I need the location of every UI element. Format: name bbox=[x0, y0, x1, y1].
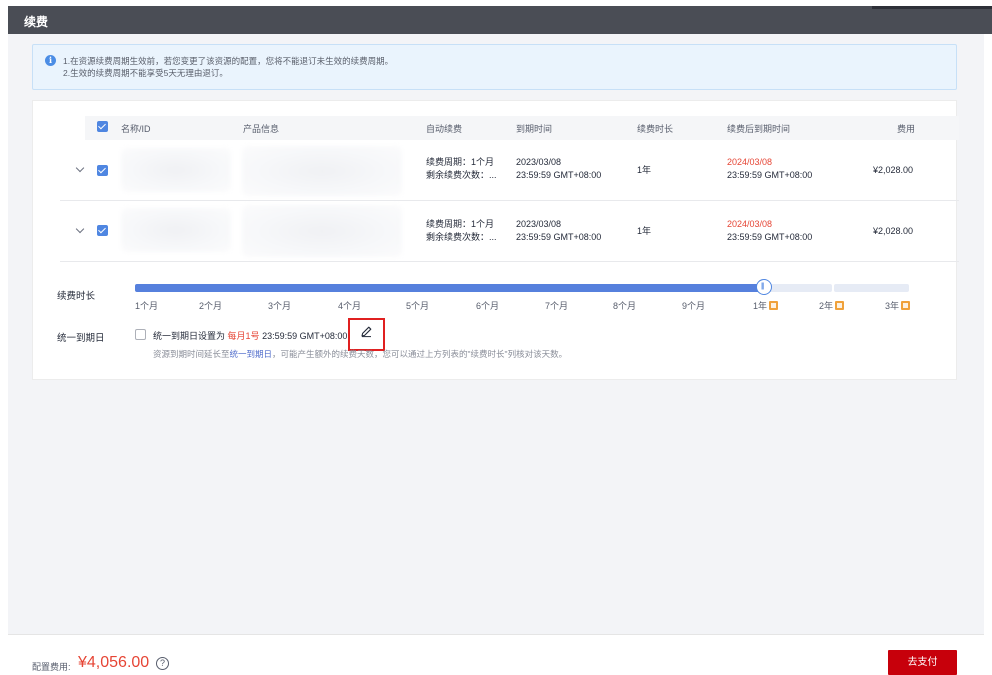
unified-expiry-checkbox[interactable] bbox=[135, 329, 146, 340]
new-expire-cell: 2024/03/08 23:59:59 GMT+08:00 bbox=[727, 156, 812, 182]
expire-date: 2023/03/08 bbox=[516, 219, 562, 229]
renewal-duration-label: 续费时长 bbox=[57, 291, 96, 302]
unified-expiry-hint: 资源到期时间延长至统一到期日，可能产生额外的续费天数，您可以通过上方列表的"续费… bbox=[153, 348, 567, 360]
slider-track-filled[interactable] bbox=[135, 284, 764, 292]
duration-option[interactable]: 5个月 bbox=[406, 299, 429, 312]
unified-expiry-text: 统一到期日设置为 每月1号 23:59:59 GMT+08:00 bbox=[153, 329, 347, 342]
col-header-new-expire: 续费后到期时间 bbox=[727, 124, 791, 134]
row-checkbox[interactable] bbox=[97, 165, 108, 176]
unified-expiry-prefix: 统一到期日设置为 bbox=[153, 331, 226, 341]
resource-name-redacted bbox=[121, 148, 231, 192]
row-divider bbox=[60, 200, 959, 201]
new-expire-date: 2024/03/08 bbox=[727, 157, 773, 167]
select-all-checkbox[interactable] bbox=[97, 121, 108, 132]
duration-option[interactable]: 4个月 bbox=[338, 299, 361, 312]
duration-option[interactable]: 1年 bbox=[753, 299, 779, 312]
duration-cell: 1年 bbox=[637, 165, 652, 175]
titlebar-edge bbox=[872, 6, 992, 9]
info-icon: i bbox=[45, 55, 56, 66]
expire-time: 23:59:59 GMT+08:00 bbox=[516, 170, 602, 180]
unified-expiry-date: 每月1号 bbox=[227, 331, 260, 341]
dialog-titlebar: 续费 bbox=[8, 6, 992, 34]
col-header-auto-renew: 自动续费 bbox=[426, 124, 463, 134]
duration-option[interactable]: 8个月 bbox=[613, 299, 636, 312]
new-expire-cell: 2024/03/08 23:59:59 GMT+08:00 bbox=[727, 218, 812, 244]
auto-renew-period: 续费周期：1个月 bbox=[426, 219, 495, 229]
expire-time: 23:59:59 GMT+08:00 bbox=[516, 232, 602, 242]
product-info-redacted bbox=[242, 146, 402, 196]
discount-badge-icon bbox=[769, 301, 779, 310]
duration-option[interactable]: 1个月 bbox=[135, 299, 158, 312]
duration-option[interactable]: 2年 bbox=[819, 299, 845, 312]
row-divider bbox=[60, 261, 959, 262]
pay-button[interactable]: 去支付 bbox=[888, 650, 957, 675]
fee-cell: ¥2,028.00 bbox=[873, 226, 914, 236]
renewal-dialog: 续费 i 1.在资源续费周期生效前，若您变更了该资源的配置，您将不能退订未生效的… bbox=[0, 0, 992, 675]
col-header-name: 名称/ID bbox=[121, 124, 151, 134]
duration-option[interactable]: 2个月 bbox=[199, 299, 222, 312]
cost-label: 配置费用: bbox=[32, 662, 71, 672]
edit-pencil-icon[interactable] bbox=[360, 325, 373, 338]
new-expire-time: 23:59:59 GMT+08:00 bbox=[727, 170, 813, 180]
col-header-product: 产品信息 bbox=[243, 124, 280, 134]
row-checkbox[interactable] bbox=[97, 225, 108, 236]
duration-option[interactable]: 6个月 bbox=[476, 299, 499, 312]
notice-line-2: 2.生效的续费周期不能享受5天无理由退订。 bbox=[63, 68, 228, 78]
slider-handle-grip: ||| bbox=[761, 283, 765, 290]
hint-text: 资源到期时间延长至 bbox=[153, 349, 230, 359]
footer-bar bbox=[8, 634, 984, 675]
unified-expiry-link[interactable]: 统一到期日 bbox=[230, 349, 273, 359]
auto-renew-period: 续费周期：1个月 bbox=[426, 157, 495, 167]
slider-handle[interactable]: ||| bbox=[756, 279, 772, 295]
help-icon[interactable]: ? bbox=[156, 657, 169, 670]
col-header-fee: 费用 bbox=[897, 124, 916, 134]
new-expire-time: 23:59:59 GMT+08:00 bbox=[727, 232, 813, 242]
notice-banner: i 1.在资源续费周期生效前，若您变更了该资源的配置，您将不能退订未生效的续费周… bbox=[32, 44, 957, 90]
duration-option[interactable]: 3个月 bbox=[268, 299, 291, 312]
col-header-expire: 到期时间 bbox=[516, 124, 553, 134]
notice-line-1: 1.在资源续费周期生效前，若您变更了该资源的配置，您将不能退订未生效的续费周期。 bbox=[63, 56, 394, 66]
unified-expiry-label: 统一到期日 bbox=[57, 333, 105, 344]
auto-renew-remaining: 剩余续费次数：... bbox=[426, 232, 497, 242]
duration-option[interactable]: 3年 bbox=[885, 299, 911, 312]
duration-cell: 1年 bbox=[637, 226, 652, 236]
duration-option[interactable]: 7个月 bbox=[545, 299, 568, 312]
auto-renew-cell: 续费周期：1个月 剩余续费次数：... bbox=[426, 156, 497, 182]
col-header-duration: 续费时长 bbox=[637, 124, 674, 134]
slider-track-year-3[interactable] bbox=[834, 284, 909, 292]
expire-cell: 2023/03/08 23:59:59 GMT+08:00 bbox=[516, 218, 601, 244]
expire-cell: 2023/03/08 23:59:59 GMT+08:00 bbox=[516, 156, 601, 182]
cost-value: ¥4,056.00 bbox=[78, 654, 150, 671]
fee-cell: ¥2,028.00 bbox=[873, 165, 914, 175]
dialog-title: 续费 bbox=[24, 15, 49, 29]
slider-track-year-2[interactable] bbox=[764, 284, 832, 292]
discount-badge-icon bbox=[835, 301, 845, 310]
expire-date: 2023/03/08 bbox=[516, 157, 562, 167]
auto-renew-cell: 续费周期：1个月 剩余续费次数：... bbox=[426, 218, 497, 244]
discount-badge-icon bbox=[901, 301, 911, 310]
hint-text: ，可能产生额外的续费天数，您可以通过上方列表的"续费时长"列核对该天数。 bbox=[272, 349, 568, 359]
duration-option[interactable]: 9个月 bbox=[682, 299, 705, 312]
new-expire-date: 2024/03/08 bbox=[727, 219, 773, 229]
auto-renew-remaining: 剩余续费次数：... bbox=[426, 170, 497, 180]
product-info-redacted bbox=[242, 205, 402, 257]
resource-name-redacted bbox=[121, 208, 231, 252]
unified-expiry-time: 23:59:59 GMT+08:00 bbox=[262, 331, 348, 341]
